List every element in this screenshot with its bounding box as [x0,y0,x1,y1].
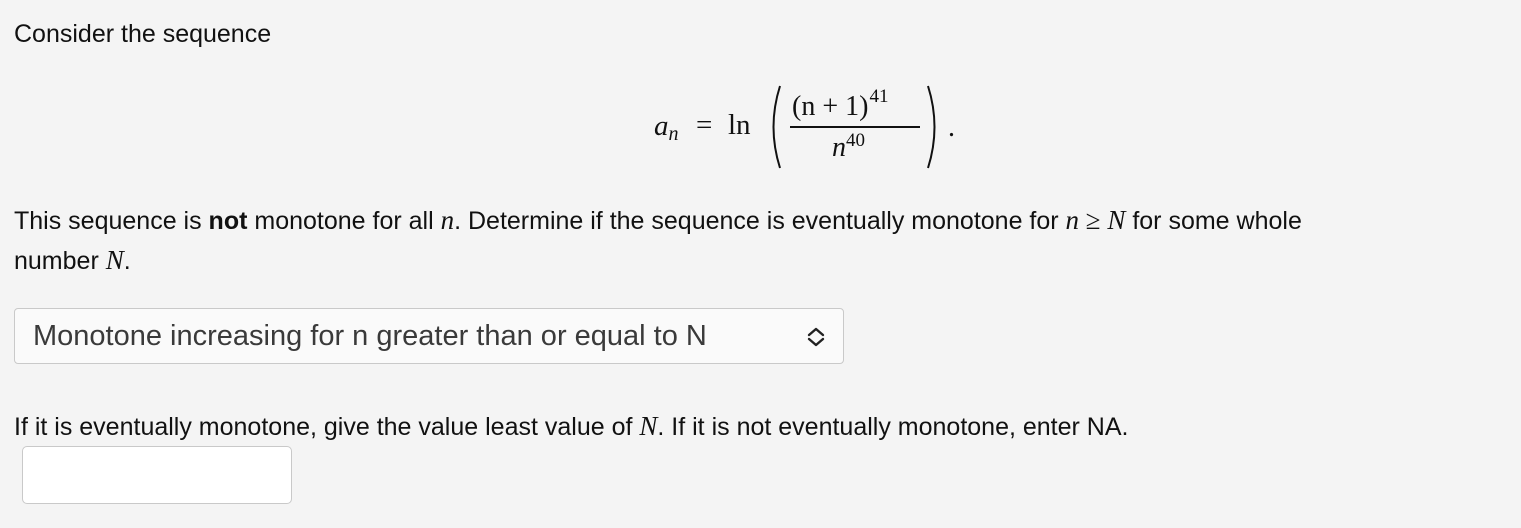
monotone-select-value: Monotone increasing for n greater than o… [33,320,707,352]
formula-equals: = [696,109,713,141]
bold-not: not [208,207,248,235]
fraction-bar [790,126,920,128]
formula-period: . [948,112,955,143]
updown-chevron-icon [807,327,825,347]
formula-lhs: an [654,110,679,145]
question-2-text: If it is eventually monotone, give the v… [14,411,1129,441]
answer-input[interactable] [22,446,292,504]
left-paren [772,85,781,169]
formula-ln: ln [728,109,751,141]
monotone-select[interactable]: Monotone increasing for n greater than o… [14,308,844,364]
formula-denominator: n40 [832,130,865,163]
intro-text: Consider the sequence [14,20,272,48]
right-paren [927,85,936,169]
statement-line-1: This sequence is not monotone for all n.… [14,205,1302,235]
sequence-formula: an = ln (n + 1)41 n40 . [652,82,972,172]
formula-numerator: (n + 1)41 [792,86,889,122]
statement-line-2: number N. [14,245,131,275]
